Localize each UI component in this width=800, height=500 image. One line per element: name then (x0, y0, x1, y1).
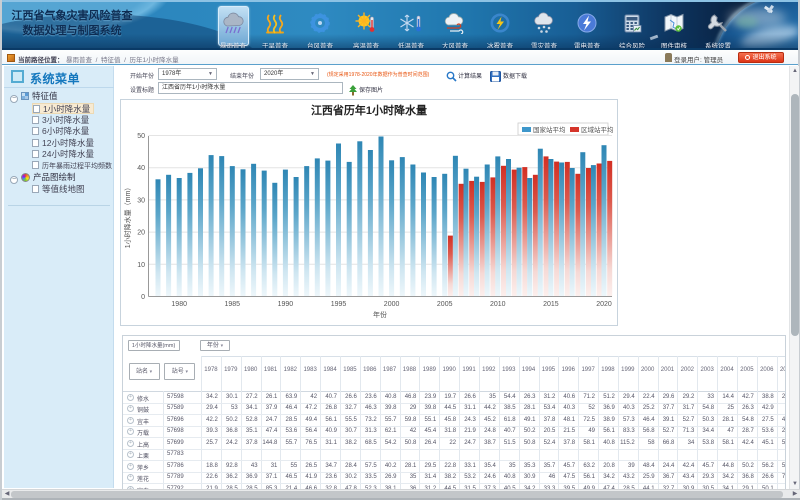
svg-text:2020: 2020 (596, 301, 612, 308)
svg-text:国家站平均: 国家站平均 (533, 125, 566, 134)
svg-text:2010: 2010 (490, 301, 506, 308)
svg-text:10: 10 (137, 262, 145, 269)
svg-text:1995: 1995 (331, 301, 347, 308)
svg-text:0: 0 (141, 294, 145, 301)
svg-text:年份: 年份 (373, 310, 387, 319)
svg-text:1小时降水量（mm）: 1小时降水量（mm） (123, 184, 132, 249)
svg-text:20: 20 (137, 230, 145, 237)
svg-text:2015: 2015 (543, 301, 559, 308)
svg-text:1990: 1990 (278, 301, 294, 308)
svg-text:50: 50 (137, 133, 145, 140)
svg-text:1980: 1980 (171, 301, 187, 308)
svg-text:1985: 1985 (225, 301, 241, 308)
svg-text:40: 40 (137, 165, 145, 172)
svg-text:2005: 2005 (437, 301, 453, 308)
svg-text:江西省历年1小时降水量: 江西省历年1小时降水量 (311, 103, 427, 117)
svg-text:30: 30 (137, 197, 145, 204)
svg-text:区域站平均: 区域站平均 (581, 125, 614, 134)
svg-text:2000: 2000 (384, 301, 400, 308)
